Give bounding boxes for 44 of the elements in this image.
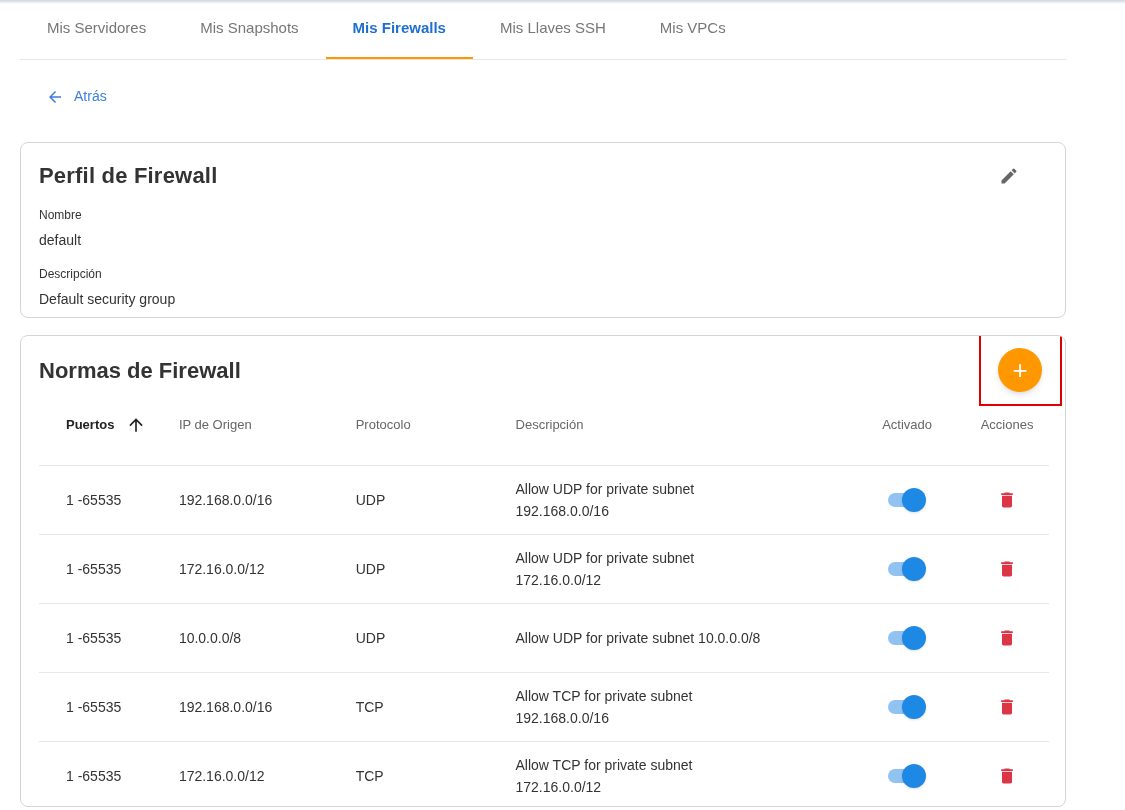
table-cell: 10.0.0.0/8 [178, 630, 242, 646]
toggle-switch[interactable] [888, 695, 927, 719]
field-label: Descripción [39, 266, 103, 283]
table-cell: 172.16.0.0/12 [178, 561, 265, 577]
toggle-switch[interactable] [888, 626, 927, 650]
table-cell: TCP [355, 768, 384, 784]
toggle-switch[interactable] [888, 764, 927, 788]
table-cell: 172.16.0.0/12 [178, 768, 265, 784]
tab[interactable]: Mis Snapshots [173, 0, 326, 59]
table-cell: 1 -65535 [66, 492, 122, 508]
toggle-switch[interactable] [888, 557, 927, 581]
table-cell: 1 -65535 [66, 699, 122, 715]
table-cell: UDP [355, 561, 386, 577]
tab[interactable]: Mis Llaves SSH [472, 0, 633, 59]
tab[interactable]: Mis Firewalls [325, 0, 473, 59]
toggle-switch[interactable] [888, 488, 927, 512]
card-title: Normas de Firewall [39, 356, 241, 385]
table-cell: UDP [355, 492, 386, 508]
column-header[interactable]: Acciones [980, 414, 1034, 435]
column-header[interactable]: Puertos [66, 414, 115, 435]
back-link[interactable]: Atrás [46, 86, 107, 107]
field-label: Nombre [39, 207, 83, 224]
tab[interactable]: Mis VPCs [632, 0, 753, 59]
description-text: Allow UDP for private subnet 192.168.0.0/16 [515, 481, 695, 519]
table-cell: TCP [355, 699, 384, 715]
pencil-icon [999, 165, 1019, 186]
description-text: Allow TCP for private subnet 192.168.0.0/16 [515, 688, 693, 726]
description-text: Allow TCP for private subnet 172.16.0.0/12 [515, 757, 693, 795]
description-text: Allow UDP for private subnet 172.16.0.0/12 [515, 550, 695, 588]
table-cell: 192.168.0.0/16 [178, 699, 273, 715]
field-value: default [39, 231, 83, 250]
table-cell: 1 -65535 [66, 561, 122, 577]
table-cell: 1 -65535 [66, 768, 122, 784]
description-text: Allow UDP for private subnet 10.0.0.0/8 [515, 630, 761, 646]
table-cell: UDP [355, 630, 386, 646]
field-value: Default security group [39, 290, 177, 309]
column-header[interactable]: Descripción [515, 414, 584, 435]
table-cell: 1 -65535 [66, 630, 122, 646]
tab[interactable]: Mis Servidores [20, 0, 174, 59]
column-header[interactable]: Protocolo [355, 414, 411, 435]
column-header[interactable]: IP de Origen [178, 414, 252, 435]
card-title: Perfil de Firewall [39, 162, 218, 190]
table-cell: 192.168.0.0/16 [178, 492, 273, 508]
column-header[interactable]: Activado [882, 414, 933, 435]
